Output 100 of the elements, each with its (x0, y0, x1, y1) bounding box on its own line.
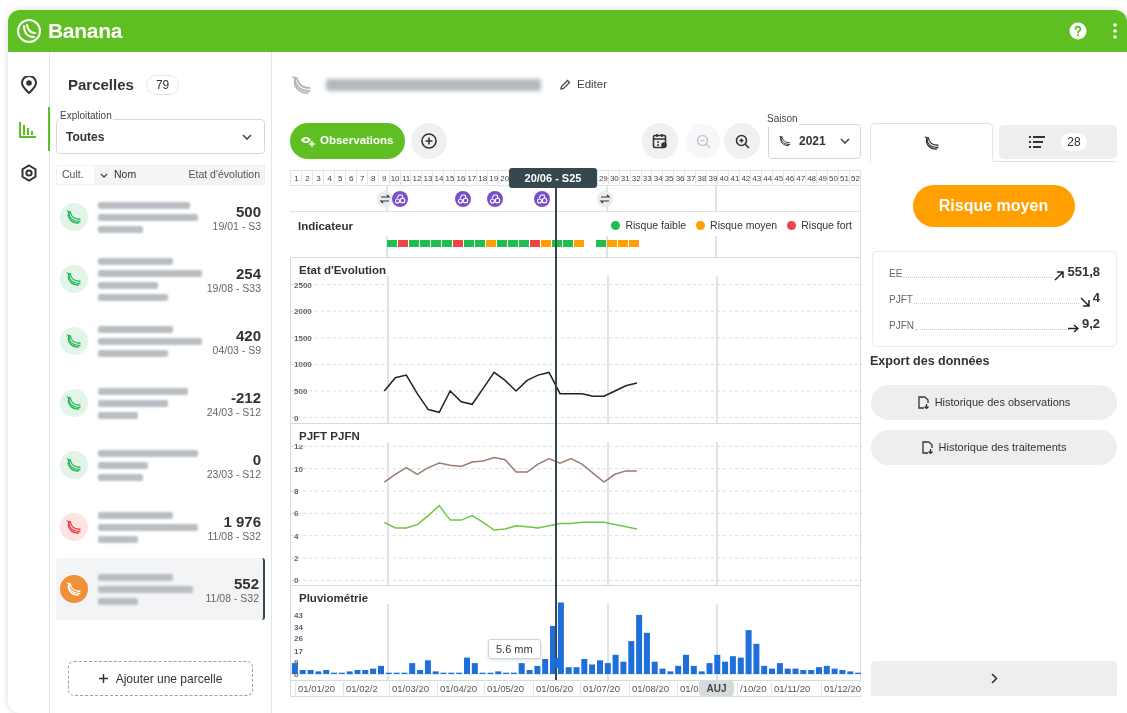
app-name: Banana (48, 18, 123, 45)
swap-icon[interactable] (597, 191, 613, 207)
add-parcel-button[interactable]: Ajouter une parcelle (68, 661, 253, 696)
date-label: 01/04/20 (437, 682, 477, 695)
location-icon (19, 76, 38, 94)
chevron-down-icon (840, 138, 850, 144)
panel-tab[interactable]: 28 (999, 125, 1117, 159)
week-number: 4 (326, 174, 333, 184)
evolution-date: 11/08 - S32 (207, 529, 261, 542)
section-title: Export des données (870, 353, 991, 370)
count-badge: 28 (1061, 133, 1087, 151)
date-label: 01/0 (677, 682, 699, 695)
select-label: Exploitation (59, 108, 113, 123)
select-value: Toutes (66, 128, 106, 146)
parcel-row[interactable]: 254 19/08 - S33 (56, 248, 265, 310)
calendar-icon (652, 133, 668, 149)
pencil-icon (559, 79, 571, 91)
week-number: 5 (337, 174, 344, 184)
parcel-row[interactable]: 552 11/08 - S32 (56, 558, 265, 620)
edit-button[interactable]: Editer (559, 76, 608, 94)
axis-tick-label: 2500 (294, 280, 312, 290)
date-label: /10/20 (737, 682, 767, 695)
stat-label: PJFT (889, 293, 913, 307)
week-number: 31 (619, 174, 631, 184)
legend-label: Risque faible (625, 218, 687, 233)
week-number: 49 (817, 174, 829, 184)
evolution-value: 0 (252, 450, 261, 468)
axis-tick-label: 43 (294, 610, 303, 620)
zoom-out-icon (695, 133, 711, 149)
week-number: 41 (729, 174, 741, 184)
zoom-in-button[interactable] (724, 123, 760, 159)
banana-icon (290, 73, 314, 97)
week-number: 43 (751, 174, 763, 184)
week-number: 46 (784, 174, 796, 184)
stat-label: EE (889, 267, 903, 281)
legend-label: Risque fort (801, 218, 852, 233)
week-number: 3 (315, 174, 322, 184)
evolution-date: 11/08 - S32 (205, 591, 259, 604)
week-number: 1 (293, 174, 300, 184)
parcel-row[interactable]: 500 19/01 - S3 (56, 186, 265, 248)
swap-icon[interactable] (377, 191, 393, 207)
week-number: 8 (370, 174, 377, 184)
column-header[interactable]: Nom (94, 166, 185, 184)
week-number: 52 (850, 174, 860, 184)
parcel-row[interactable]: 0 23/03 - S12 (56, 434, 265, 496)
week-number: 16 (455, 174, 467, 184)
week-number: 51 (839, 174, 850, 184)
chevron-down-icon (242, 133, 252, 140)
date-label: 01/07/20 (580, 682, 620, 695)
week-number: 50 (828, 174, 839, 184)
season-select[interactable]: 2021 (768, 123, 861, 159)
stat-value: 551,8 (1067, 262, 1100, 281)
week-number: 10 (389, 174, 401, 184)
parcel-row[interactable]: 420 04/03 - S9 (56, 310, 265, 372)
parcel-row[interactable]: 1 976 11/08 - S32 (56, 496, 265, 558)
axis-tick-label: 34 (294, 623, 303, 633)
axis-tick-label: 2000 (294, 307, 312, 317)
axis-tick-label: 8 (294, 487, 299, 496)
week-number: 33 (641, 174, 653, 184)
bar-chart-icon (19, 120, 37, 138)
add-button[interactable] (410, 123, 447, 159)
parcel-row[interactable]: -212 24/03 - S12 (56, 372, 265, 434)
evolution-date: 19/08 - S33 (206, 281, 261, 294)
evolution-date: 19/01 - S3 (212, 219, 261, 232)
axis-tick-label: 9 (294, 657, 299, 667)
zoom-in-icon (734, 133, 750, 149)
plus-icon (98, 674, 108, 683)
axis-tick-label: 6 (294, 509, 299, 519)
stat-value: 4 (1092, 288, 1100, 307)
week-number: 29 (597, 174, 609, 184)
calendar-button[interactable] (642, 123, 678, 159)
legend-label: Risque moyen (710, 218, 778, 233)
axis-tick-label: 1500 (294, 333, 312, 343)
week-number: 45 (773, 174, 785, 184)
week-number: 39 (707, 174, 719, 184)
export-button[interactable]: Historique des observations (871, 384, 1117, 420)
date-label: 01/06/20 (533, 682, 573, 695)
week-number: 19 (488, 174, 500, 184)
week-number: 30 (608, 174, 620, 184)
column-header[interactable]: Etat d'évolution (185, 166, 264, 184)
week-number: 14 (433, 174, 445, 184)
week-number: 37 (685, 174, 697, 184)
evolution-value: 1 976 (223, 512, 261, 530)
axis-tick-label: 0 (294, 576, 299, 586)
week-number: 9 (380, 174, 388, 184)
stat-value: 9,2 (1081, 314, 1100, 333)
week-number: 11 (400, 174, 412, 184)
axis-tick-label: 500 (294, 387, 308, 396)
week-number: 13 (422, 174, 434, 184)
week-number: 35 (663, 174, 675, 184)
axis-tick-label: 1000 (294, 360, 312, 370)
week-number: 47 (795, 174, 807, 184)
week-number: 44 (762, 174, 774, 184)
stat-label: PJFN (889, 319, 914, 333)
export-button[interactable]: Historique des traitements (871, 429, 1117, 465)
evolution-value: 552 (233, 574, 259, 592)
axis-tick-label: 2 (294, 554, 299, 564)
today-badge: AUJ (699, 681, 734, 696)
arrow-down-right-icon (1079, 297, 1090, 307)
column-header[interactable]: Cult. (57, 167, 94, 183)
